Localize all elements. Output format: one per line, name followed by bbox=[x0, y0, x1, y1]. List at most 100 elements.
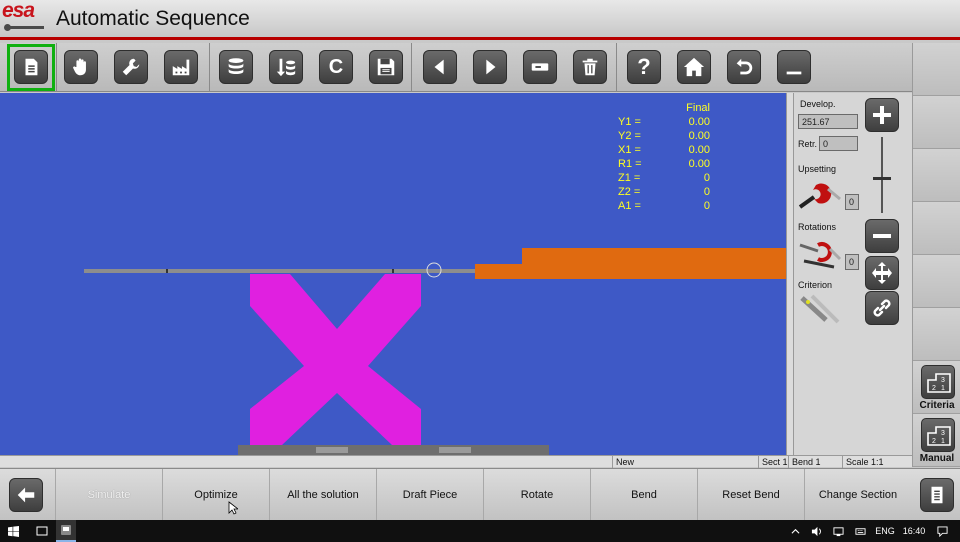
hand-button[interactable] bbox=[64, 50, 98, 84]
minimize-button[interactable] bbox=[777, 50, 811, 84]
link-button[interactable] bbox=[865, 291, 899, 325]
readout-row-a1: A1 = 0 bbox=[618, 200, 710, 212]
change-section-button[interactable]: Change Section bbox=[804, 469, 911, 521]
sort-database-button[interactable] bbox=[269, 50, 303, 84]
bend-simulation-canvas[interactable]: Final Y1 = 0.00 Y2 = 0.00 X1 = 0.00 R1 = 0.0… bbox=[0, 93, 786, 455]
manual-button[interactable]: 321 Manual bbox=[913, 414, 960, 467]
c-button[interactable]: C bbox=[319, 50, 353, 84]
rail-slot-1[interactable] bbox=[913, 43, 960, 96]
rotate-button[interactable]: Rotate bbox=[483, 469, 590, 521]
arrow-right-icon bbox=[486, 59, 496, 75]
esa-logo: esa bbox=[2, 0, 48, 34]
svg-text:2: 2 bbox=[932, 438, 936, 445]
rotations-thumbnail[interactable] bbox=[798, 235, 842, 269]
move-arrows-icon bbox=[872, 262, 892, 284]
manual-icon: 321 bbox=[921, 418, 955, 452]
volume-icon[interactable] bbox=[808, 520, 824, 542]
criterion-label: Criterion bbox=[798, 280, 833, 290]
reset-bend-button[interactable]: Reset Bend bbox=[697, 469, 804, 521]
trash-icon bbox=[582, 58, 598, 76]
svg-text:3: 3 bbox=[941, 430, 945, 437]
next-button[interactable] bbox=[473, 50, 507, 84]
zoom-slider-thumb[interactable] bbox=[873, 177, 891, 180]
sheet-metal-line bbox=[84, 269, 476, 273]
bend-button[interactable]: Bend bbox=[590, 469, 697, 521]
task-view-button[interactable] bbox=[32, 520, 52, 542]
save-button[interactable] bbox=[369, 50, 403, 84]
sort-database-icon bbox=[276, 58, 296, 77]
network-icon[interactable] bbox=[830, 520, 846, 542]
c-icon: C bbox=[328, 55, 344, 78]
previous-button[interactable] bbox=[423, 50, 457, 84]
bottom-command-bar: Simulate Optimize All the solution Draft… bbox=[0, 468, 960, 521]
main-toolbar: C ? bbox=[0, 43, 912, 92]
arrow-left-icon bbox=[434, 59, 444, 75]
criteria-icon: 321 bbox=[921, 365, 955, 399]
rail-slot-3[interactable] bbox=[913, 149, 960, 202]
minimize-icon bbox=[786, 71, 802, 75]
manual-label: Manual bbox=[919, 453, 955, 464]
develop-label: Develop. bbox=[800, 99, 836, 109]
link-icon bbox=[873, 299, 891, 317]
decrease-button[interactable] bbox=[865, 219, 899, 253]
simulate-button[interactable]: Simulate bbox=[55, 469, 162, 521]
home-button[interactable] bbox=[677, 50, 711, 84]
database-button[interactable] bbox=[219, 50, 253, 84]
rail-slot-6[interactable] bbox=[913, 308, 960, 361]
status-scale: Scale 1:1 bbox=[842, 456, 912, 468]
back-button[interactable] bbox=[9, 478, 43, 512]
undo-button[interactable] bbox=[727, 50, 761, 84]
zoom-slider-track[interactable] bbox=[881, 137, 883, 213]
rotations-label: Rotations bbox=[798, 222, 837, 232]
criteria-button[interactable]: 321 Criteria bbox=[913, 361, 960, 414]
windows-taskbar: ENG 16:40 bbox=[0, 520, 960, 542]
backgauge-sheet bbox=[475, 248, 786, 279]
upsetting-thumbnail[interactable] bbox=[798, 177, 842, 211]
die-tool bbox=[250, 274, 421, 445]
start-button[interactable] bbox=[4, 520, 22, 542]
increase-button[interactable] bbox=[865, 98, 899, 132]
app-taskbar-button[interactable] bbox=[56, 520, 76, 542]
develop-field[interactable]: 251.67 bbox=[798, 114, 858, 129]
factory-button[interactable] bbox=[164, 50, 198, 84]
remove-button[interactable] bbox=[523, 50, 557, 84]
logo-text: esa bbox=[2, 0, 35, 22]
optimize-button[interactable]: Optimize bbox=[162, 469, 269, 521]
help-button[interactable]: ? bbox=[627, 50, 661, 84]
keyboard-icon[interactable] bbox=[852, 520, 868, 542]
plus-icon bbox=[873, 106, 891, 124]
readout-row-y2: Y2 = 0.00 bbox=[618, 130, 710, 142]
document-button[interactable] bbox=[14, 50, 48, 84]
readout-header: Final bbox=[686, 102, 710, 114]
readout-row-z1: Z1 = 0 bbox=[618, 172, 710, 184]
readout-row-r1: R1 = 0.00 bbox=[618, 158, 710, 170]
draft-piece-button[interactable]: Draft Piece bbox=[376, 469, 483, 521]
retr-label: Retr. bbox=[798, 139, 818, 149]
status-bend: Bend 1 bbox=[788, 456, 842, 468]
rail-slot-5[interactable] bbox=[913, 255, 960, 308]
svg-text:1: 1 bbox=[941, 385, 945, 392]
factory-icon bbox=[172, 59, 190, 76]
upsetting-field[interactable]: 0 bbox=[845, 194, 859, 210]
rail-slot-4[interactable] bbox=[913, 202, 960, 255]
move-button[interactable] bbox=[865, 256, 899, 290]
delete-button[interactable] bbox=[573, 50, 607, 84]
upsetting-label: Upsetting bbox=[798, 164, 837, 174]
status-sect: Sect 1 bbox=[758, 456, 788, 468]
notifications-icon[interactable] bbox=[932, 520, 952, 542]
rail-slot-2[interactable] bbox=[913, 96, 960, 149]
clock[interactable]: 16:40 bbox=[900, 520, 928, 542]
vertical-scrollbar[interactable] bbox=[786, 93, 794, 455]
rotations-field[interactable]: 0 bbox=[845, 254, 859, 270]
language-indicator[interactable]: ENG bbox=[872, 520, 898, 542]
tray-chevron-icon[interactable] bbox=[788, 520, 802, 542]
criterion-thumbnail[interactable] bbox=[798, 292, 842, 326]
undo-icon bbox=[736, 58, 753, 75]
document-list-icon bbox=[931, 486, 943, 504]
all-the-solution-button[interactable]: All the solution bbox=[269, 469, 376, 521]
retr-field[interactable]: 0 bbox=[819, 136, 858, 151]
parameters-panel: Develop. 251.67 Retr. 0 Upsetting 0 Rota… bbox=[794, 93, 912, 455]
list-button[interactable] bbox=[920, 478, 954, 512]
tools-button[interactable] bbox=[114, 50, 148, 84]
document-icon bbox=[25, 58, 38, 76]
